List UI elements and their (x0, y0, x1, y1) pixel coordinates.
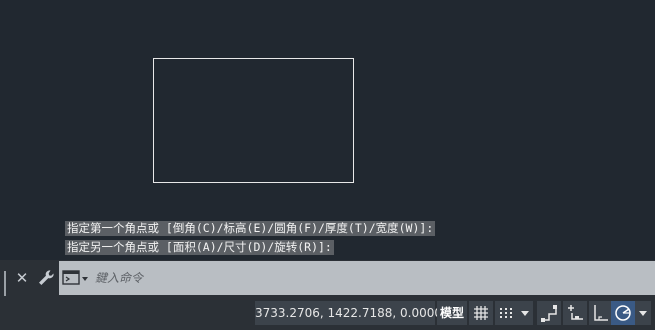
snap-icon[interactable] (495, 301, 517, 325)
status-bar: 3733.2706, 1422.7188, 0.0000 模型 (0, 296, 655, 330)
close-icon[interactable]: ✕ (14, 268, 30, 288)
rectangle-shape[interactable] (153, 58, 354, 183)
chevron-down-icon[interactable] (517, 301, 533, 325)
model-space-button[interactable]: 模型 (437, 301, 467, 325)
ortho-icon[interactable] (537, 301, 561, 325)
command-prompt-icon[interactable] (62, 269, 90, 287)
chevron-down-icon[interactable] (635, 301, 651, 325)
drag-handle[interactable] (4, 271, 10, 301)
command-input[interactable] (95, 267, 635, 289)
command-input-area[interactable] (59, 261, 655, 295)
command-history-line-1: 指定第一个角点或 [倒角(C)/标高(E)/圆角(F)/厚度(T)/宽度(W)]… (65, 221, 436, 236)
infer-constraints-icon[interactable] (563, 301, 587, 325)
wrench-icon[interactable] (36, 268, 56, 288)
command-line-bar: ✕ (0, 260, 655, 301)
grid-icon[interactable] (469, 301, 493, 325)
command-history-line-2: 指定另一个角点或 [面积(A)/尺寸(D)/旋转(R)]: (65, 240, 334, 255)
coordinate-readout[interactable]: 3733.2706, 1422.7188, 0.0000 (255, 301, 442, 325)
dynamic-input-icon[interactable] (589, 301, 613, 325)
polar-tracking-icon[interactable] (611, 301, 635, 325)
